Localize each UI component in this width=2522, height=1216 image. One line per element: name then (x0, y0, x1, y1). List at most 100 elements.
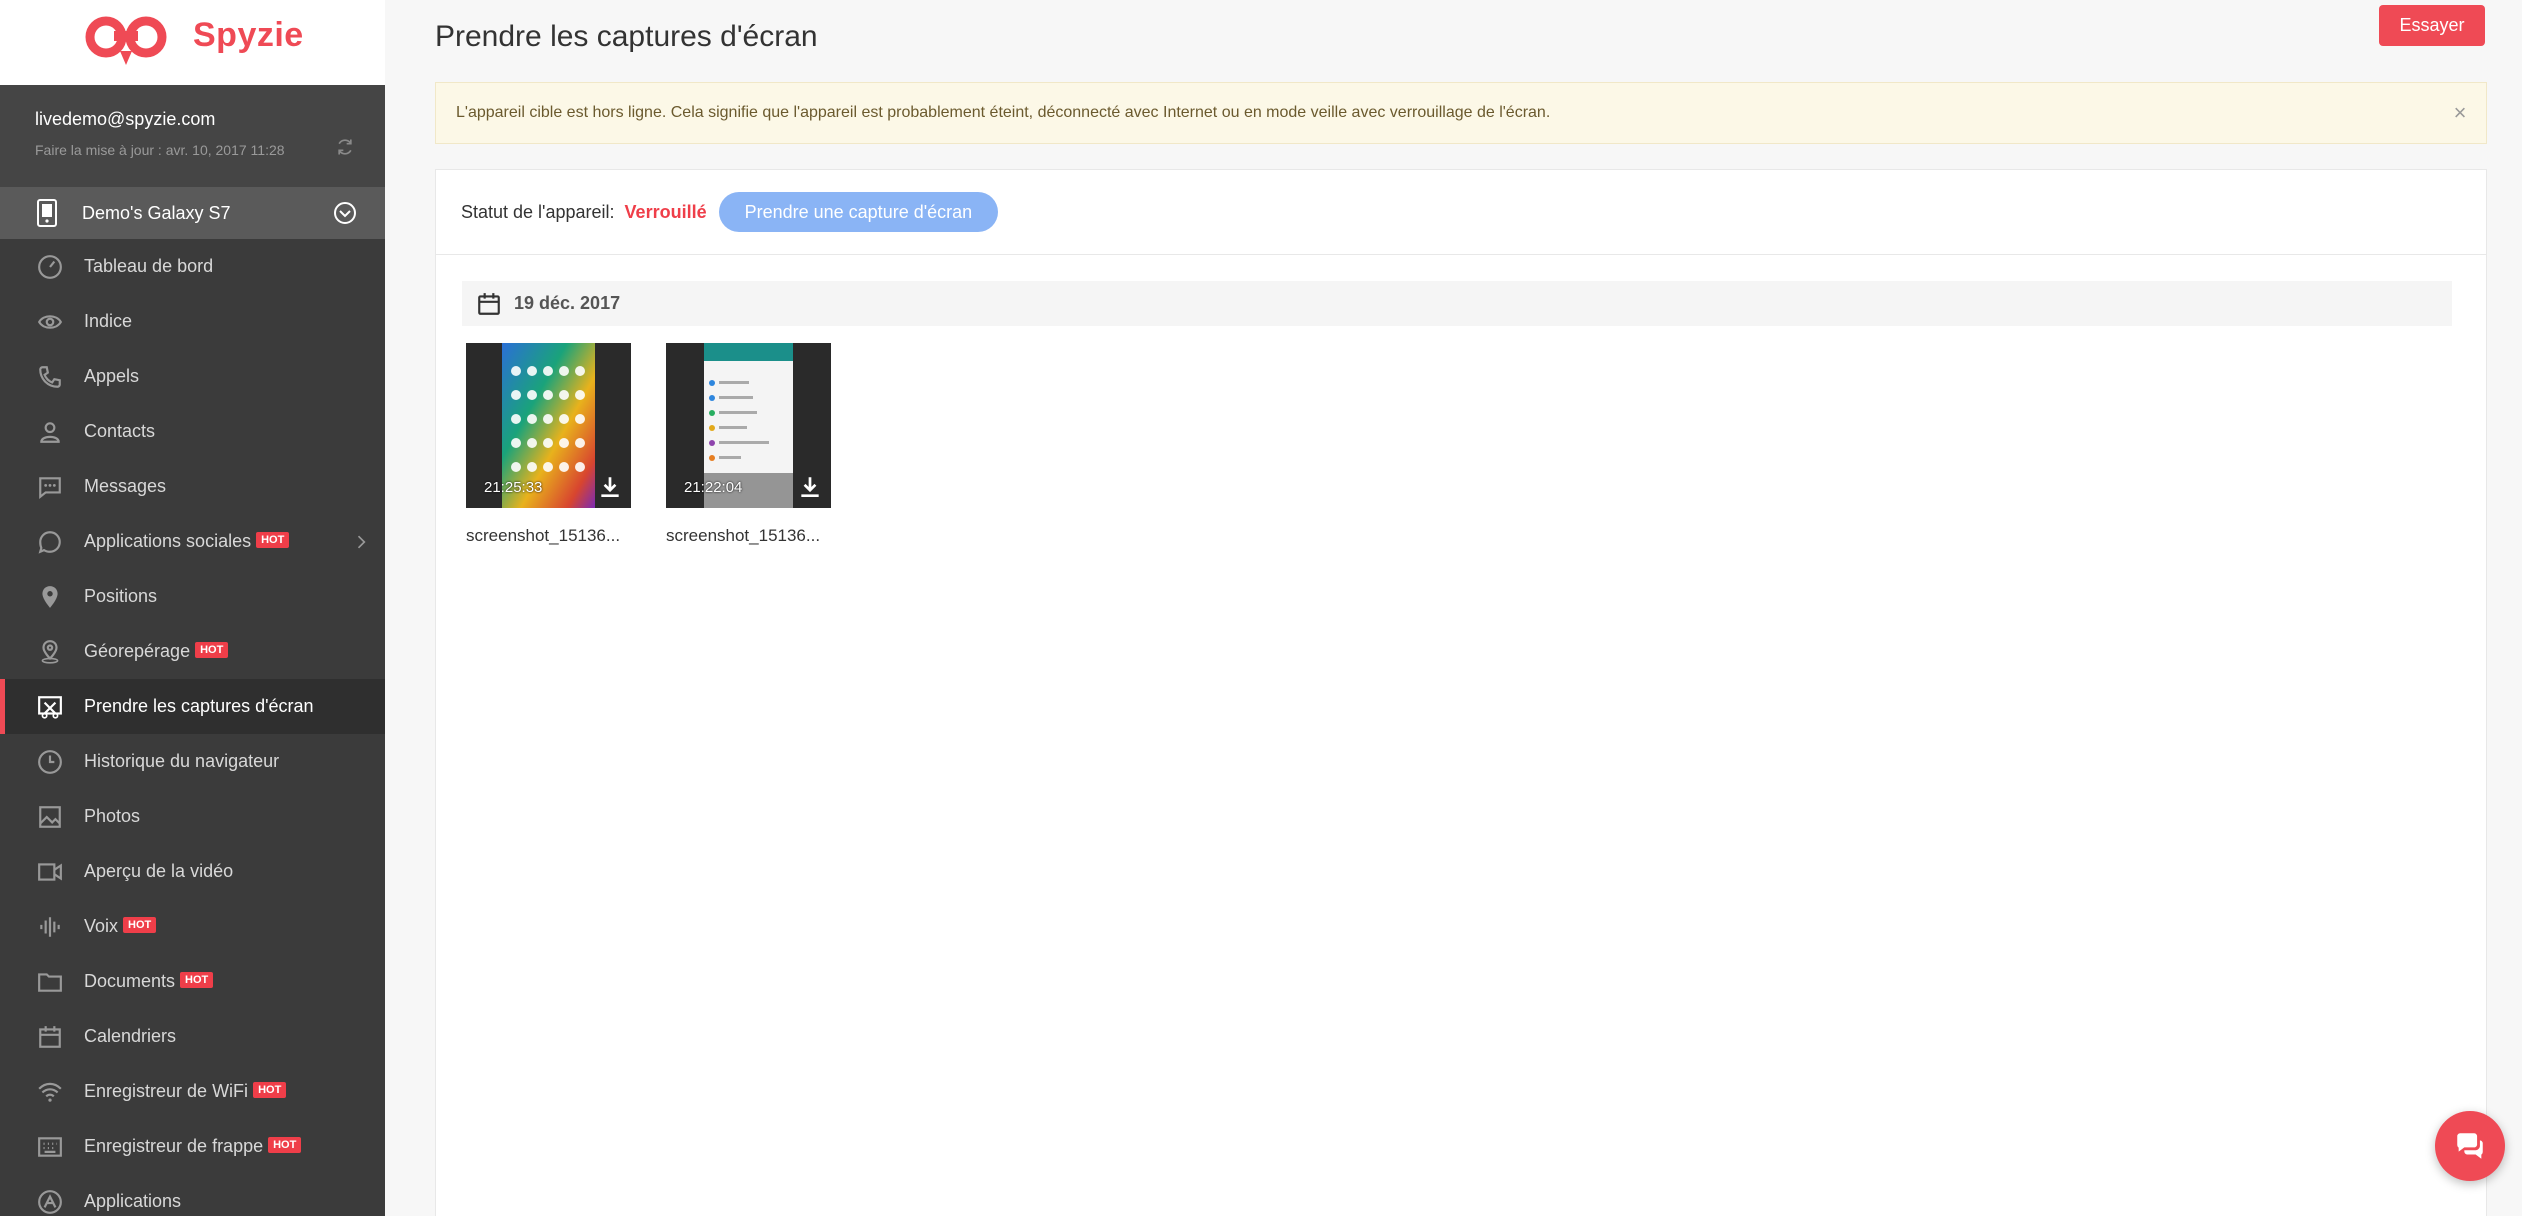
calendar-icon (478, 292, 500, 315)
main-content: Prendre les captures d'écran Essayer L'a… (385, 0, 2522, 1216)
sidebar-nav: Tableau de bord Indice Appels Contacts M… (0, 239, 385, 1216)
sidebar-item-indice[interactable]: Indice (0, 294, 385, 349)
sidebar-item-label: Enregistreur de frappe (84, 1136, 264, 1156)
screenshot-filename: screenshot_15136... (466, 526, 621, 545)
sidebar-item-label: Applications (84, 1191, 182, 1211)
screenshot-filename: screenshot_15136... (666, 526, 821, 545)
sidebar-item-contacts[interactable]: Contacts (0, 404, 385, 459)
sidebar-item-label: Applications sociales (84, 531, 252, 551)
sidebar-item-label: Positions (84, 586, 158, 606)
chevron-right-icon (357, 535, 366, 549)
sidebar-item-messages[interactable]: Messages (0, 459, 385, 514)
eye-icon (36, 308, 64, 336)
sidebar-item-calendars[interactable]: Calendriers (0, 1009, 385, 1064)
sidebar-item-label: Contacts (84, 421, 156, 441)
download-icon[interactable] (597, 474, 623, 500)
video-icon (36, 858, 64, 886)
voice-icon (36, 913, 64, 941)
hot-badge: HOT (256, 531, 290, 548)
sidebar-item-geofencing[interactable]: Géorepérage HOT (0, 624, 385, 679)
screenshot-time: 21:22:04 (684, 479, 743, 496)
refresh-icon[interactable] (335, 137, 355, 157)
screenshots-panel: Statut de l'appareil: Verrouillé Prendre… (435, 169, 2487, 1216)
account-panel: livedemo@spyzie.com Faire la mise à jour… (0, 85, 385, 187)
sidebar-item-label: Historique du navigateur (84, 751, 280, 771)
screenshot-grid: 21:25:33 screenshot_15136... 21:22:04 sc… (466, 343, 831, 546)
sidebar-item-browser-history[interactable]: Historique du navigateur (0, 734, 385, 789)
screenshot-thumbnail[interactable]: 21:25:33 (466, 343, 631, 508)
sidebar-item-label: Aperçu de la vidéo (84, 861, 234, 881)
folder-icon (36, 968, 64, 996)
app: Spyzie livedemo@spyzie.com Faire la mise… (0, 0, 2522, 1216)
sidebar-item-social-apps[interactable]: Applications sociales HOT (0, 514, 385, 569)
spyzie-logo-icon (85, 16, 167, 65)
page-title: Prendre les captures d'écran (435, 20, 818, 53)
screenshot-item[interactable]: 21:22:04 screenshot_15136... (666, 343, 831, 546)
calendar-icon (36, 1023, 64, 1051)
last-update-text: Faire la mise à jour : avr. 10, 2017 11:… (35, 142, 285, 158)
screenshot-time: 21:25:33 (484, 479, 543, 496)
device-name: Demo's Galaxy S7 (82, 202, 231, 223)
image-icon (36, 803, 64, 831)
take-screenshot-button[interactable]: Prendre une capture d'écran (718, 192, 999, 232)
chat-bubble-icon (36, 528, 64, 556)
screenshot-thumbnail[interactable]: 21:22:04 (666, 343, 831, 508)
sidebar-item-label: Tableau de bord (84, 256, 214, 276)
sidebar-item-voice[interactable]: Voix HOT (0, 899, 385, 954)
screenshot-icon (36, 693, 64, 721)
sidebar-item-screenshots[interactable]: Prendre les captures d'écran (0, 679, 385, 734)
sidebar-item-label: Voix (84, 916, 119, 936)
hot-badge: HOT (180, 971, 214, 988)
person-icon (36, 418, 64, 446)
sidebar-item-label: Photos (84, 806, 141, 826)
sidebar-item-documents[interactable]: Documents HOT (0, 954, 385, 1009)
sidebar-item-label: Géorepérage (84, 641, 191, 661)
chevron-down-circle-icon[interactable] (333, 201, 357, 225)
sidebar-item-label: Enregistreur de WiFi (84, 1081, 249, 1101)
sidebar-item-label: Indice (84, 311, 133, 331)
sidebar-item-label: Appels (84, 366, 140, 386)
sidebar-item-wifi-logger[interactable]: Enregistreur de WiFi HOT (0, 1064, 385, 1119)
hot-badge: HOT (253, 1081, 287, 1098)
alert-text: L'appareil cible est hors ligne. Cela si… (456, 104, 1551, 121)
device-status-bar: Statut de l'appareil: Verrouillé Prendre… (436, 170, 2486, 255)
sidebar-item-label: Prendre les captures d'écran (84, 696, 314, 716)
sidebar: Spyzie livedemo@spyzie.com Faire la mise… (0, 0, 385, 1216)
dashboard-icon (36, 253, 64, 281)
sidebar-item-label: Messages (84, 476, 167, 496)
phone-device-icon (37, 199, 57, 227)
sidebar-item-keylogger[interactable]: Enregistreur de frappe HOT (0, 1119, 385, 1174)
account-email: livedemo@spyzie.com (35, 109, 216, 129)
screenshot-item[interactable]: 21:25:33 screenshot_15136... (466, 343, 631, 546)
live-chat-button[interactable] (2435, 1111, 2505, 1181)
sidebar-item-applications[interactable]: Applications (0, 1174, 385, 1216)
date-group-header: 19 déc. 2017 (462, 281, 2452, 326)
brand-header: Spyzie (0, 0, 385, 85)
sidebar-item-dashboard[interactable]: Tableau de bord (0, 239, 385, 294)
keyboard-icon (36, 1133, 64, 1161)
download-icon[interactable] (797, 474, 823, 500)
sidebar-item-positions[interactable]: Positions (0, 569, 385, 624)
status-badge: Verrouillé (624, 201, 707, 222)
sidebar-item-label: Calendriers (84, 1026, 177, 1046)
close-icon[interactable]: × (2448, 100, 2472, 125)
sidebar-item-calls[interactable]: Appels (0, 349, 385, 404)
sidebar-item-label: Documents (84, 971, 176, 991)
location-pin-icon (36, 583, 64, 611)
sidebar-item-video[interactable]: Aperçu de la vidéo (0, 844, 385, 899)
hot-badge: HOT (268, 1136, 302, 1153)
offline-alert: L'appareil cible est hors ligne. Cela si… (435, 82, 2487, 144)
wifi-icon (36, 1078, 64, 1106)
date-label: 19 déc. 2017 (514, 293, 621, 313)
apps-icon (36, 1188, 64, 1216)
geofence-icon (36, 638, 64, 666)
hot-badge: HOT (123, 916, 157, 933)
chat-icon (2457, 1133, 2483, 1159)
hot-badge: HOT (195, 641, 229, 658)
phone-icon (36, 363, 64, 391)
message-icon (36, 473, 64, 501)
try-button[interactable]: Essayer (2379, 5, 2485, 46)
sidebar-item-photos[interactable]: Photos (0, 789, 385, 844)
status-label: Statut de l'appareil: (461, 201, 615, 222)
device-selector[interactable]: Demo's Galaxy S7 (0, 187, 385, 239)
